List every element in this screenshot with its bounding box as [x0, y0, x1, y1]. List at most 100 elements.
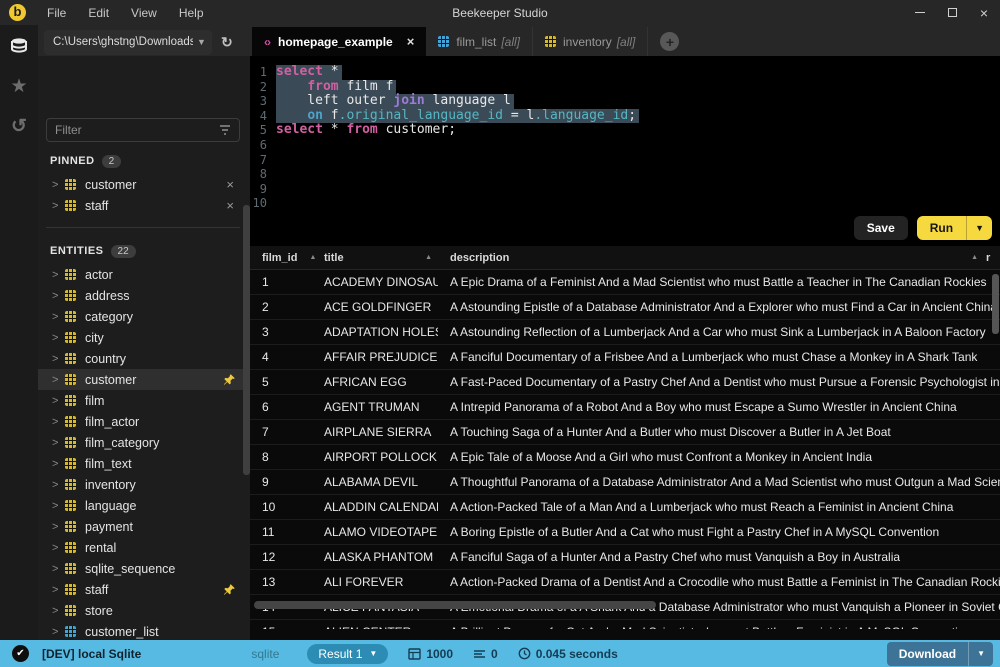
pin-icon[interactable] [223, 583, 236, 596]
tab-inventory[interactable]: inventory[all] [533, 27, 648, 56]
pin-icon[interactable] [223, 373, 236, 386]
cell-film_id[interactable]: 2 [250, 300, 312, 314]
expand-chevron-icon[interactable]: > [52, 311, 65, 323]
cell-title[interactable]: ALIEN CENTER [312, 625, 438, 629]
cell-description[interactable]: A Action-Packed Drama of a Dentist And a… [438, 575, 1000, 589]
history-icon[interactable]: ↺ [8, 115, 30, 137]
expand-chevron-icon[interactable]: > [52, 374, 65, 386]
table-row[interactable]: 5AFRICAN EGGA Fast-Paced Documentary of … [250, 370, 1000, 395]
expand-chevron-icon[interactable]: > [52, 500, 65, 512]
expand-chevron-icon[interactable]: > [52, 332, 65, 344]
minimize-button[interactable] [904, 0, 936, 25]
cell-film_id[interactable]: 1 [250, 275, 312, 289]
sidebar-item-film[interactable]: >film [38, 390, 250, 411]
cell-description[interactable]: A Epic Tale of a Moose And a Girl who mu… [438, 450, 1000, 464]
table-row[interactable]: 6AGENT TRUMANA Intrepid Panorama of a Ro… [250, 395, 1000, 420]
cell-title[interactable]: AGENT TRUMAN [312, 400, 438, 414]
new-tab-button[interactable]: + [660, 32, 679, 51]
expand-chevron-icon[interactable]: > [52, 395, 65, 407]
expand-chevron-icon[interactable]: > [52, 437, 65, 449]
table-row[interactable]: 1ACADEMY DINOSAURA Epic Drama of a Femin… [250, 270, 1000, 295]
sidebar-item-payment[interactable]: >payment [38, 516, 250, 537]
cell-film_id[interactable]: 4 [250, 350, 312, 364]
cell-title[interactable]: AFFAIR PREJUDICE [312, 350, 438, 364]
cell-film_id[interactable]: 11 [250, 525, 312, 539]
column-header-film_id[interactable]: film_id▲ [250, 246, 312, 269]
cell-film_id[interactable]: 3 [250, 325, 312, 339]
expand-chevron-icon[interactable]: > [52, 269, 65, 281]
expand-chevron-icon[interactable]: > [52, 626, 65, 638]
cell-title[interactable]: ALASKA PHANTOM [312, 550, 438, 564]
cell-title[interactable]: ALABAMA DEVIL [312, 475, 438, 489]
cell-description[interactable]: A Astounding Reflection of a Lumberjack … [438, 325, 1000, 339]
cell-film_id[interactable]: 8 [250, 450, 312, 464]
download-button[interactable]: Download ▼ [887, 642, 993, 666]
table-row[interactable]: 11ALAMO VIDEOTAPEA Boring Epistle of a B… [250, 520, 1000, 545]
menu-edit[interactable]: Edit [79, 4, 118, 22]
tab-homepage_example[interactable]: ‹›homepage_example× [252, 27, 426, 56]
cell-film_id[interactable]: 12 [250, 550, 312, 564]
expand-chevron-icon[interactable]: > [52, 605, 65, 617]
tab-film_list[interactable]: film_list[all] [426, 27, 533, 56]
refresh-icon[interactable]: ↻ [221, 34, 233, 51]
result-selector[interactable]: Result 1 ▼ [307, 644, 388, 664]
cell-title[interactable]: ACADEMY DINOSAUR [312, 275, 438, 289]
cell-title[interactable]: ALI FOREVER [312, 575, 438, 589]
unpin-close-icon[interactable]: × [218, 177, 242, 192]
cell-title[interactable]: AIRPORT POLLOCK [312, 450, 438, 464]
table-row[interactable]: 2ACE GOLDFINGERA Astounding Epistle of a… [250, 295, 1000, 320]
expand-chevron-icon[interactable]: > [52, 584, 65, 596]
cell-title[interactable]: ALAMO VIDEOTAPE [312, 525, 438, 539]
cell-title[interactable]: ALADDIN CALENDAR [312, 500, 438, 514]
expand-chevron-icon[interactable]: > [52, 563, 65, 575]
sort-icon[interactable]: ▲ [971, 254, 978, 261]
cell-film_id[interactable]: 6 [250, 400, 312, 414]
expand-chevron-icon[interactable]: > [52, 290, 65, 302]
expand-chevron-icon[interactable]: > [52, 521, 65, 533]
table-row[interactable]: 7AIRPLANE SIERRAA Touching Saga of a Hun… [250, 420, 1000, 445]
cell-title[interactable]: AFRICAN EGG [312, 375, 438, 389]
expand-chevron-icon[interactable]: > [52, 458, 65, 470]
sidebar-item-rental[interactable]: >rental [38, 537, 250, 558]
sort-icon[interactable]: ▲ [425, 254, 432, 261]
database-tab-icon[interactable] [8, 35, 30, 57]
column-header-partial[interactable]: r [984, 246, 1000, 269]
download-dropdown-caret[interactable]: ▼ [969, 642, 993, 666]
cell-description[interactable]: A Brilliant Drama of a Cat And a Mad Sci… [438, 625, 1000, 629]
sql-editor[interactable]: 1select *2 from film f3 left outer join … [250, 56, 1000, 246]
cell-description[interactable]: A Boring Epistle of a Butler And a Cat w… [438, 525, 1000, 539]
column-header-title[interactable]: title▲ [312, 246, 438, 269]
cell-description[interactable]: A Astounding Epistle of a Database Admin… [438, 300, 1000, 314]
favorites-icon[interactable]: ★ [8, 75, 30, 97]
sidebar-item-language[interactable]: >language [38, 495, 250, 516]
download-button-label[interactable]: Download [887, 642, 969, 666]
menu-view[interactable]: View [122, 4, 166, 22]
table-row[interactable]: 3ADAPTATION HOLESA Astounding Reflection… [250, 320, 1000, 345]
menu-help[interactable]: Help [170, 4, 213, 22]
sidebar-item-actor[interactable]: >actor [38, 264, 250, 285]
sidebar-item-inventory[interactable]: >inventory [38, 474, 250, 495]
table-row[interactable]: 4AFFAIR PREJUDICEA Fanciful Documentary … [250, 345, 1000, 370]
table-row[interactable]: 10ALADDIN CALENDARA Action-Packed Tale o… [250, 495, 1000, 520]
sidebar-item-country[interactable]: >country [38, 348, 250, 369]
horizontal-scrollbar[interactable] [254, 601, 656, 609]
cell-film_id[interactable]: 10 [250, 500, 312, 514]
close-button[interactable]: × [968, 0, 1000, 25]
expand-chevron-icon[interactable]: > [52, 416, 65, 428]
table-row[interactable]: 15ALIEN CENTERA Brilliant Drama of a Cat… [250, 620, 1000, 629]
expand-chevron-icon[interactable]: > [52, 353, 65, 365]
expand-chevron-icon[interactable]: > [52, 479, 65, 491]
sidebar-item-film_text[interactable]: >film_text [38, 453, 250, 474]
save-button[interactable]: Save [854, 216, 908, 240]
filter-input[interactable]: Filter [46, 118, 240, 142]
sidebar-item-sqlite_sequence[interactable]: >sqlite_sequence [38, 558, 250, 579]
sidebar-item-customer[interactable]: >customer× [38, 174, 250, 195]
cell-film_id[interactable]: 13 [250, 575, 312, 589]
cell-title[interactable]: ADAPTATION HOLES [312, 325, 438, 339]
vertical-scrollbar[interactable] [992, 274, 999, 334]
cell-film_id[interactable]: 7 [250, 425, 312, 439]
cell-description[interactable]: A Epic Drama of a Feminist And a Mad Sci… [438, 275, 1000, 289]
sidebar-item-staff[interactable]: >staff× [38, 195, 250, 216]
sidebar-item-city[interactable]: >city [38, 327, 250, 348]
expand-chevron-icon[interactable]: > [52, 179, 65, 191]
